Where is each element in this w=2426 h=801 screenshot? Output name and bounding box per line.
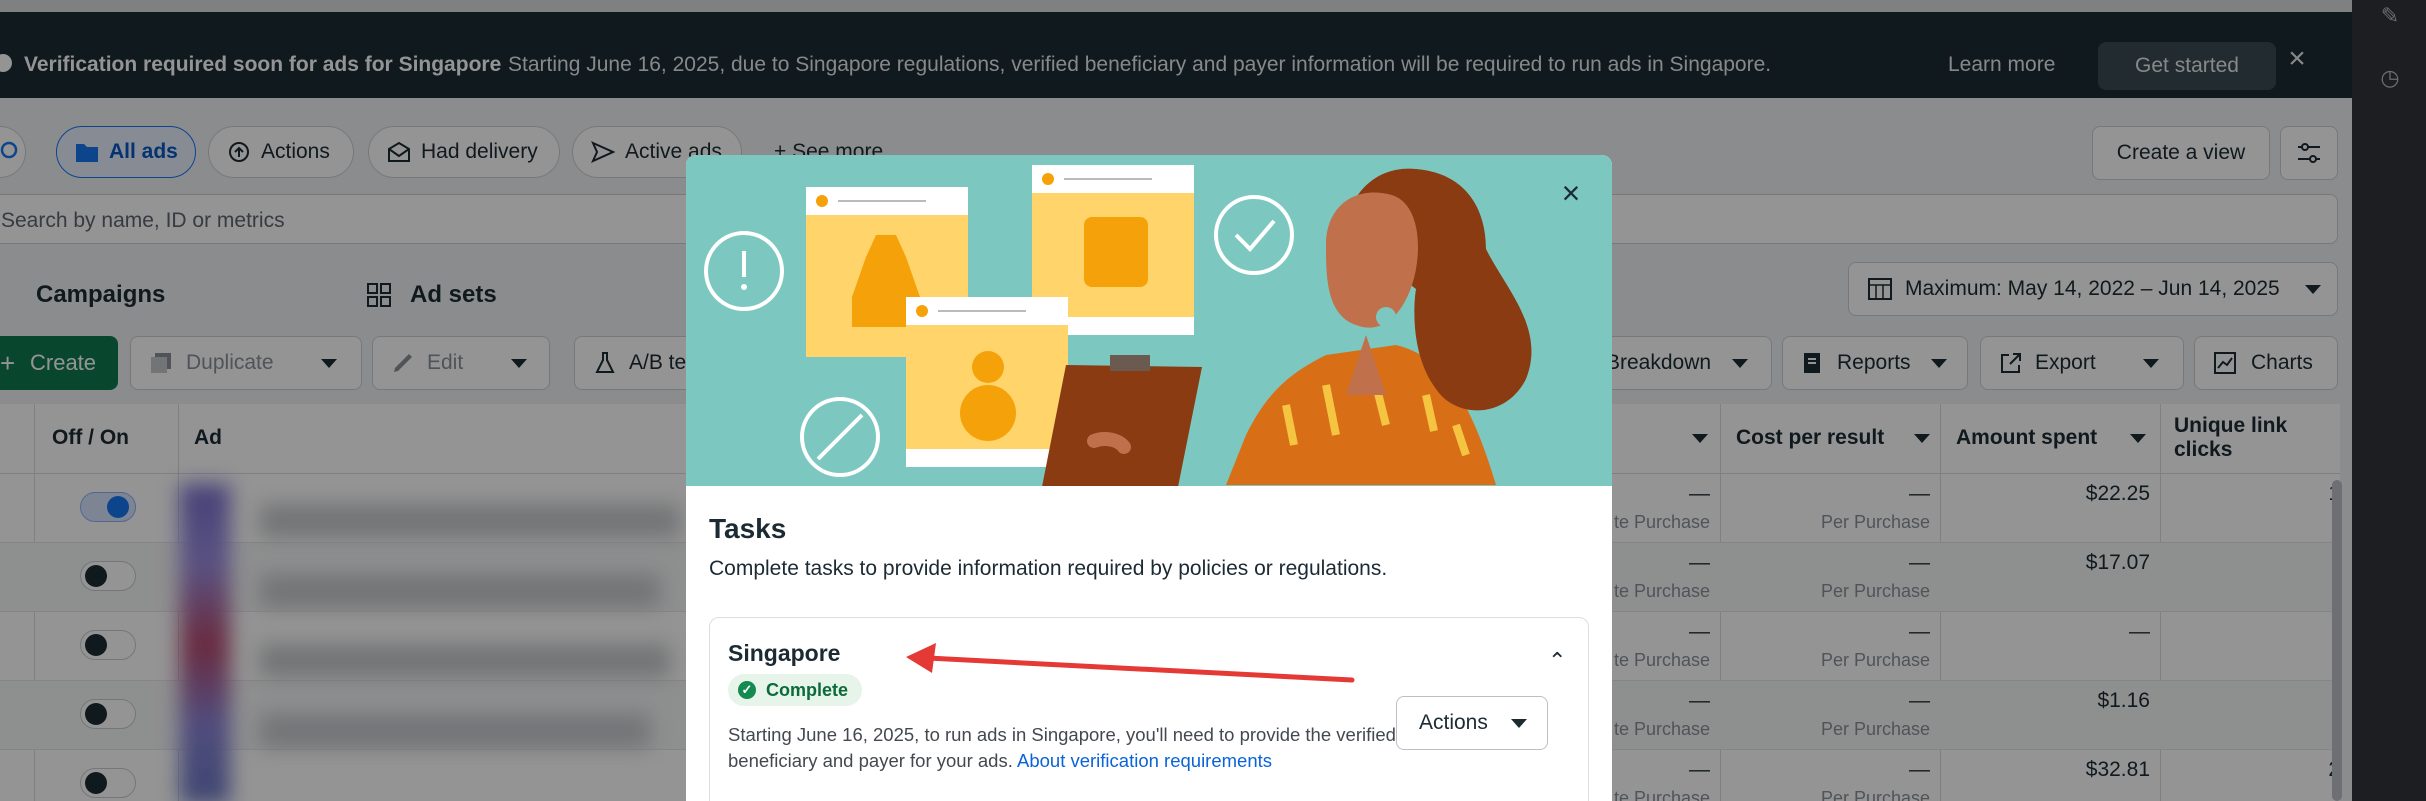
task-card-body: Starting June 16, 2025, to run ads in Si… <box>728 722 1418 774</box>
clock-icon[interactable]: ◷ <box>2376 64 2404 92</box>
chevron-up-icon[interactable]: ⌃ <box>1548 650 1566 672</box>
actions-dropdown[interactable]: Actions <box>1396 696 1548 750</box>
ads-manager: Verification required soon for ads for S… <box>0 0 2352 801</box>
verification-illustration <box>704 165 1532 486</box>
hero-illustration <box>686 155 1612 486</box>
verification-requirements-link[interactable]: About verification requirements <box>1017 750 1272 771</box>
tasks-modal: × Tasks Complete tasks to provide inform… <box>686 155 1612 801</box>
annotation-arrow <box>906 643 1355 683</box>
task-card-title: Singapore <box>728 640 841 666</box>
chevron-down-icon <box>1511 719 1527 728</box>
modal-title: Tasks <box>709 513 787 544</box>
status-badge: ✓ Complete <box>728 674 863 706</box>
modal-description: Complete tasks to provide information re… <box>709 557 1388 580</box>
pencil-icon[interactable]: ✎ <box>2376 2 2404 30</box>
actions-label: Actions <box>1419 711 1488 734</box>
status-label: Complete <box>766 680 849 700</box>
right-rail: ✎ ◷ <box>2352 0 2426 801</box>
close-icon[interactable]: × <box>1556 177 1586 209</box>
check-circle-icon: ✓ <box>738 681 756 699</box>
